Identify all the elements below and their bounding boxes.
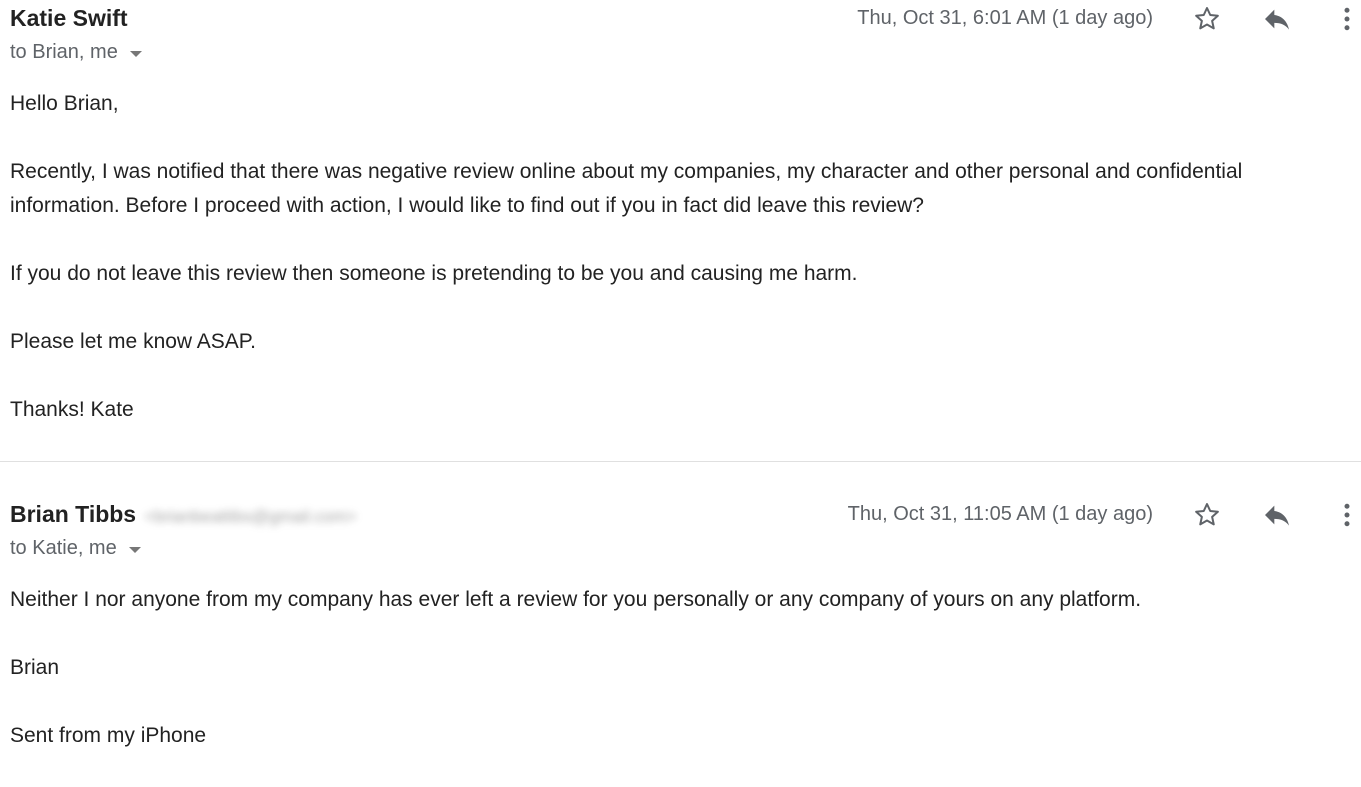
message-body: Hello Brian, Recently, I was notified th…	[10, 87, 1355, 461]
email-message: Katie Swift to Brian, me Thu, Oct 31, 6:…	[0, 0, 1361, 462]
reply-icon[interactable]	[1259, 497, 1295, 533]
recipients-summary[interactable]: to Katie, me	[10, 537, 141, 560]
body-paragraph: Neither I nor anyone from my company has…	[10, 588, 1142, 611]
sender-name[interactable]: Katie Swift	[10, 5, 128, 31]
sender-line: Brian Tibbs <brianbeattibs@gmail.com>	[10, 501, 356, 528]
body-paragraph: Please let me know ASAP.	[10, 330, 256, 353]
caret-down-icon[interactable]	[128, 546, 141, 553]
body-paragraph: Thanks! Kate	[10, 398, 134, 421]
message-timestamp: Thu, Oct 31, 6:01 AM (1 day ago)	[857, 7, 1153, 29]
body-paragraph: Sent from my iPhone	[10, 724, 207, 747]
body-paragraph: If you do not leave this review then som…	[10, 262, 858, 285]
more-vertical-icon[interactable]	[1329, 1, 1361, 37]
star-icon[interactable]	[1189, 497, 1225, 533]
body-paragraph: Brian	[10, 656, 60, 679]
recipients-summary[interactable]: to Brian, me	[10, 41, 142, 64]
caret-down-icon[interactable]	[129, 50, 142, 57]
recipients-label: to Brian, me	[10, 41, 118, 63]
email-message: Brian Tibbs <brianbeattibs@gmail.com> to…	[0, 463, 1361, 761]
body-paragraph: Hello Brian,	[10, 92, 119, 115]
message-body: Neither I nor anyone from my company has…	[10, 583, 1355, 787]
star-icon[interactable]	[1189, 1, 1225, 37]
sender-email-blurred: <brianbeattibs@gmail.com>	[144, 507, 357, 526]
more-vertical-icon[interactable]	[1329, 497, 1361, 533]
recipients-label: to Katie, me	[10, 537, 117, 559]
message-timestamp: Thu, Oct 31, 11:05 AM (1 day ago)	[847, 503, 1153, 525]
reply-icon[interactable]	[1259, 1, 1295, 37]
sender-line: Katie Swift	[10, 5, 128, 32]
body-paragraph: Recently, I was notified that there was …	[10, 160, 1243, 217]
message-divider	[0, 461, 1361, 462]
sender-name[interactable]: Brian Tibbs	[10, 501, 136, 527]
